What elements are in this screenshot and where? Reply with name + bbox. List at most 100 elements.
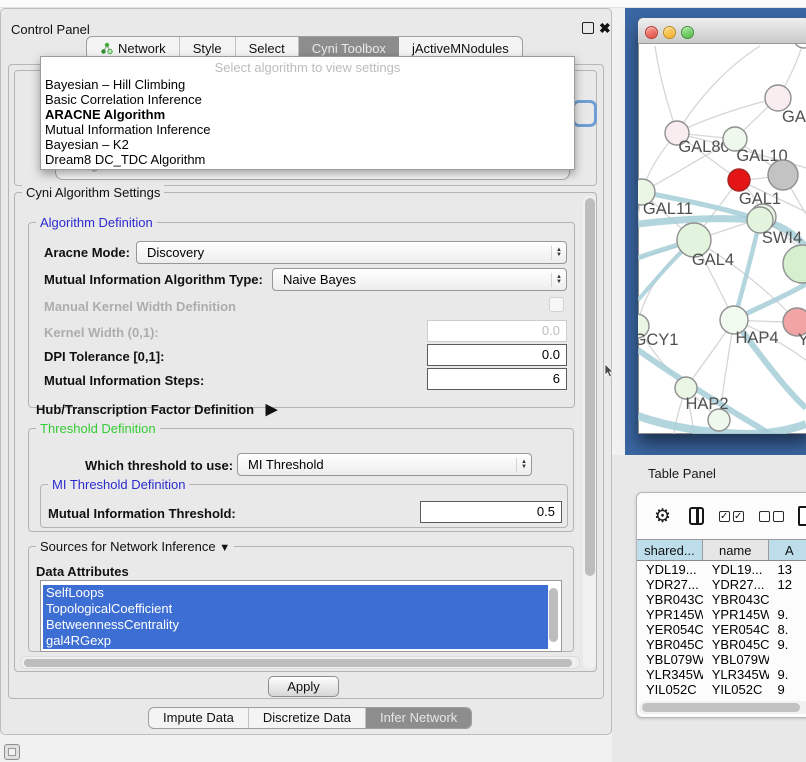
- close-traffic-light-icon[interactable]: [645, 26, 658, 39]
- table-cell: 8.: [769, 622, 806, 637]
- network-node-gal1[interactable]: [728, 169, 750, 191]
- minimize-traffic-light-icon[interactable]: [663, 26, 676, 39]
- desktop-top-strip: [0, 0, 806, 8]
- algorithm-option[interactable]: Basic Correlation Inference: [41, 92, 574, 107]
- attribute-item[interactable]: BetweennessCentrality: [43, 617, 548, 633]
- data-attributes-list[interactable]: SelfLoopsTopologicalCoefficientBetweenne…: [40, 580, 562, 652]
- table-row[interactable]: YDR27...YDR27...12: [637, 577, 806, 592]
- table-cell: 13: [769, 562, 806, 577]
- table-toolbar: ⚙ ✓✓: [637, 493, 806, 539]
- network-node[interactable]: [783, 245, 806, 283]
- column-header-shared-[interactable]: shared...: [637, 540, 703, 560]
- stepper-arrows-icon: ▲▼: [516, 458, 531, 472]
- settings-scrollbar-thumb[interactable]: [585, 198, 595, 576]
- kernel-width-input[interactable]: 0.0: [427, 320, 567, 342]
- table-row[interactable]: YIL052CYIL052C9: [637, 682, 806, 697]
- which-threshold-select[interactable]: MI Threshold ▲▼: [237, 453, 532, 476]
- settings-hscrollbar-thumb[interactable]: [24, 659, 572, 667]
- table-cell: YLR345W: [637, 667, 703, 682]
- node-table-card: ⚙ ✓✓ shared...nameA YDL19...YDL19...13YD…: [636, 492, 806, 718]
- table-cell: 9.: [769, 667, 806, 682]
- zoom-traffic-light-icon[interactable]: [681, 26, 694, 39]
- network-edge[interactable]: [677, 46, 760, 133]
- table-cell: YLR345W: [703, 667, 769, 682]
- mi-algorithm-type-select[interactable]: Naive Bayes ▲▼: [272, 268, 567, 291]
- attribute-item[interactable]: TopologicalCoefficient: [43, 601, 548, 617]
- algorithm-option[interactable]: Dream8 DC_TDC Algorithm: [41, 152, 574, 167]
- select-all-checkboxes-icon[interactable]: ✓✓: [719, 511, 744, 522]
- node-label: Y: [798, 331, 806, 349]
- apply-button[interactable]: Apply: [268, 676, 339, 697]
- tab-label: Style: [193, 41, 222, 56]
- algorithm-option[interactable]: Bayesian – K2: [41, 137, 574, 152]
- attribute-item[interactable]: gal4RGexp: [43, 633, 548, 649]
- table-cell: YBR043C: [703, 592, 769, 607]
- node-label: GAL4: [692, 251, 734, 269]
- bottom-tab-discretize-data[interactable]: Discretize Data: [249, 708, 366, 728]
- network-edge[interactable]: [734, 220, 760, 320]
- dock-panel-icon[interactable]: [4, 744, 20, 760]
- table-cell: 12: [769, 577, 806, 592]
- aracne-mode-select[interactable]: Discovery ▲▼: [136, 241, 567, 264]
- aracne-mode-label: Aracne Mode:: [44, 245, 130, 260]
- table-row[interactable]: YDL19...YDL19...13: [637, 562, 806, 577]
- network-node[interactable]: [768, 160, 798, 190]
- manual-kernel-checkbox[interactable]: [549, 297, 564, 312]
- dpi-tolerance-input[interactable]: 0.0: [427, 344, 567, 366]
- sources-group-title[interactable]: Sources for Network Inference ▼: [36, 539, 234, 554]
- network-edge[interactable]: [655, 46, 677, 133]
- table-cell: 9: [769, 682, 806, 697]
- attribute-item[interactable]: SelfLoops: [43, 585, 548, 601]
- table-cell: [769, 592, 806, 607]
- table-cell: YIL052C: [703, 682, 769, 697]
- mi-threshold-group-title: MI Threshold Definition: [48, 477, 189, 492]
- node-label: GAL11: [643, 200, 693, 218]
- table-cell: YDL19...: [703, 562, 769, 577]
- column-header-name[interactable]: name: [703, 540, 769, 560]
- algorithm-option[interactable]: ARACNE Algorithm: [41, 107, 574, 122]
- settings-hscrollbar-track[interactable]: [20, 656, 580, 669]
- table-rows: YDL19...YDL19...13YDR27...YDR27...12YBR0…: [637, 562, 806, 701]
- network-edge[interactable]: [677, 98, 778, 133]
- table-row[interactable]: YBL079WYBL079W: [637, 652, 806, 667]
- mi-threshold-input[interactable]: 0.5: [420, 501, 562, 523]
- table-cell: 9.: [769, 637, 806, 652]
- network-canvas[interactable]: GALGAL80GAL10GAL1GAL11SWI4GAL4GCY1HAP4YH…: [638, 44, 806, 434]
- bottom-tab-impute-data[interactable]: Impute Data: [149, 708, 249, 728]
- algorithm-option[interactable]: Bayesian – Hill Climbing: [41, 77, 574, 92]
- column-header-a[interactable]: A: [769, 540, 806, 560]
- table-hscrollbar[interactable]: [639, 701, 806, 714]
- table-row[interactable]: YPR145WYPR145W9.: [637, 607, 806, 622]
- table-cell: [769, 652, 806, 667]
- mi-steps-input[interactable]: 6: [427, 368, 567, 390]
- table-row[interactable]: YLR345WYLR345W9.: [637, 667, 806, 682]
- deselect-all-checkboxes-icon[interactable]: [759, 511, 784, 522]
- cyni-algorithm-settings-title: Cyni Algorithm Settings: [22, 185, 164, 200]
- refresh-button-partial[interactable]: [572, 100, 597, 127]
- table-cell: YBR045C: [637, 637, 703, 652]
- manual-kernel-label: Manual Kernel Width Definition: [44, 299, 236, 314]
- bottom-tab-infer-network[interactable]: Infer Network: [366, 708, 471, 728]
- tab-label: jActiveMNodules: [412, 41, 509, 56]
- network-node[interactable]: [708, 409, 730, 431]
- export-table-icon[interactable]: [798, 506, 806, 526]
- table-cell: YBR045C: [703, 637, 769, 652]
- close-icon[interactable]: ✖: [599, 20, 611, 37]
- table-row[interactable]: YER054CYER054C8.: [637, 622, 806, 637]
- columns-icon[interactable]: [689, 507, 704, 525]
- table-row[interactable]: YBR043CYBR043C: [637, 592, 806, 607]
- list-vertical-scrollbar[interactable]: [549, 588, 558, 642]
- hub-definition-toggle[interactable]: Hub/Transcription Factor Definition ▶: [36, 400, 277, 418]
- network-node[interactable]: [793, 44, 806, 48]
- float-window-icon[interactable]: [582, 22, 594, 34]
- network-icon: [100, 42, 113, 55]
- algorithm-option[interactable]: Mutual Information Inference: [41, 122, 574, 137]
- gear-icon[interactable]: ⚙: [654, 505, 671, 528]
- node-label: GAL: [782, 108, 806, 126]
- algorithm-dropdown-list: Select algorithm to view settings Bayesi…: [40, 56, 575, 170]
- table-cell: YER054C: [637, 622, 703, 637]
- algorithm-dropdown-items: Bayesian – Hill ClimbingBasic Correlatio…: [41, 77, 574, 167]
- threshold-definition-title: Threshold Definition: [36, 421, 160, 436]
- table-row[interactable]: YBR045CYBR045C9.: [637, 637, 806, 652]
- table-cell: YDR27...: [637, 577, 703, 592]
